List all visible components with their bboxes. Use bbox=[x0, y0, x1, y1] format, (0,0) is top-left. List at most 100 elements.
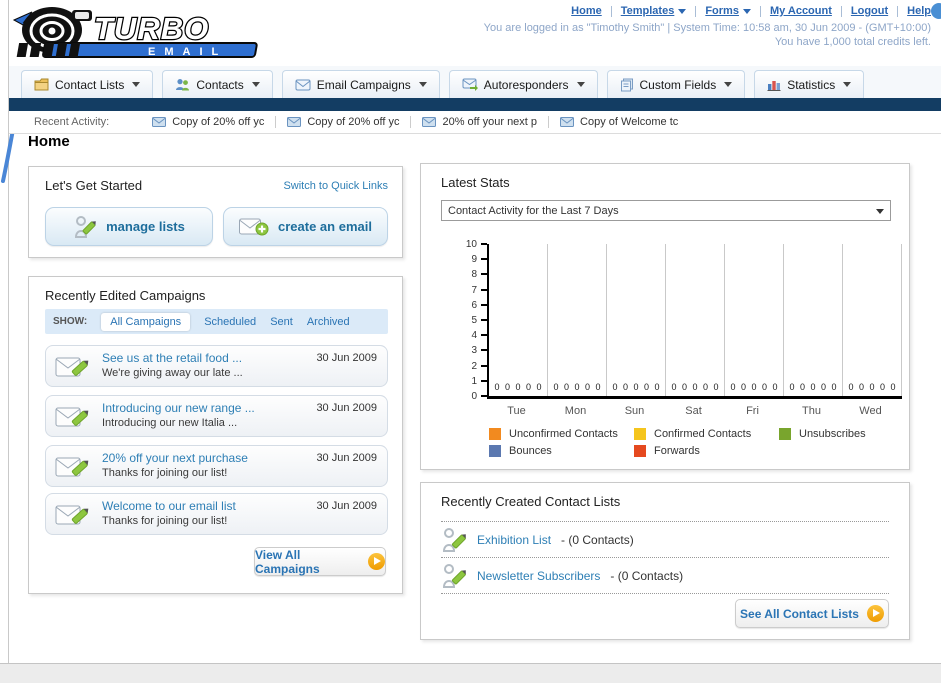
tab-label: Contacts bbox=[196, 77, 244, 92]
header-link-forms[interactable]: Forms bbox=[705, 5, 751, 17]
envelope-pencil-icon bbox=[55, 457, 89, 477]
create-email-button[interactable]: create an email bbox=[223, 207, 388, 246]
filter-all-campaigns[interactable]: All Campaigns bbox=[101, 312, 191, 331]
contact-list-name-link[interactable]: Exhibition List bbox=[477, 533, 551, 547]
recent-activity-text: Copy of 20% off yc bbox=[172, 116, 265, 128]
chevron-down-icon bbox=[418, 82, 427, 87]
filter-scheduled[interactable]: Scheduled bbox=[204, 316, 256, 328]
value-label: 0 bbox=[536, 382, 542, 392]
stats-activity-select[interactable]: Contact Activity for the Last 7 Days bbox=[441, 200, 891, 221]
campaign-title-link[interactable]: 20% off your next purchase bbox=[102, 451, 248, 465]
campaign-row[interactable]: 20% off your next purchase Thanks for jo… bbox=[45, 445, 388, 487]
separator bbox=[610, 5, 612, 17]
header-link-templates[interactable]: Templates bbox=[621, 5, 687, 17]
turbo-email-dashboard: TURBO EMAIL Home Templates Forms My Acco… bbox=[0, 0, 941, 683]
chart-legend: Unconfirmed Contacts Confirmed Contacts Un… bbox=[489, 428, 939, 462]
campaign-subtitle: Introducing our new Italia ... bbox=[102, 417, 238, 429]
switch-quick-links-link[interactable]: Switch to Quick Links bbox=[283, 180, 388, 192]
value-label: 0 bbox=[671, 382, 677, 392]
value-label: 0 bbox=[713, 382, 719, 392]
recent-activity-item[interactable]: Copy of 20% off yc bbox=[276, 116, 412, 128]
y-tick-label: 7 bbox=[471, 284, 477, 296]
header-link-help[interactable]: Help bbox=[907, 5, 931, 17]
main-nav: Contact Lists Contacts Email Campaigns A… bbox=[9, 66, 941, 98]
campaign-row[interactable]: See us at the retail food ... We're givi… bbox=[45, 345, 388, 387]
recent-activity-text: 20% off your next p bbox=[442, 116, 538, 128]
y-tick-label: 6 bbox=[471, 299, 477, 311]
legend-item: Unconfirmed Contacts bbox=[489, 428, 634, 440]
envelope-pencil-icon bbox=[55, 357, 89, 377]
legend-label: Unconfirmed Contacts bbox=[509, 428, 618, 440]
campaign-row[interactable]: Introducing our new range ... Introducin… bbox=[45, 395, 388, 437]
chart-group: 00000 bbox=[548, 244, 607, 396]
header-link-logout[interactable]: Logout bbox=[851, 5, 888, 17]
header-link-home[interactable]: Home bbox=[571, 5, 602, 17]
recent-activity-text: Copy of 20% off yc bbox=[307, 116, 400, 128]
y-tick-label: 1 bbox=[471, 375, 477, 387]
envelope-icon bbox=[287, 117, 302, 127]
value-label-row: 00000 bbox=[607, 382, 665, 392]
envelope-pencil-icon bbox=[55, 505, 89, 525]
value-label-row: 00000 bbox=[489, 382, 547, 392]
chevron-down-icon bbox=[876, 209, 884, 214]
header-link-label: Help bbox=[907, 5, 931, 17]
tab-autoresponders[interactable]: Autoresponders bbox=[448, 70, 598, 98]
value-label: 0 bbox=[869, 382, 875, 392]
tab-contacts[interactable]: Contacts bbox=[162, 70, 273, 98]
latest-stats-panel: Latest Stats Contact Activity for the La… bbox=[420, 163, 910, 470]
corner-dot-decoration bbox=[931, 3, 941, 19]
campaign-title-link[interactable]: Introducing our new range ... bbox=[102, 401, 255, 415]
turbo-logo-graphic: TURBO EMAIL bbox=[12, 7, 258, 58]
list-pencil-icon bbox=[75, 215, 96, 238]
logo: TURBO EMAIL bbox=[12, 4, 274, 62]
person-pencil-icon bbox=[442, 528, 466, 552]
header-link-my-account[interactable]: My Account bbox=[770, 5, 832, 17]
legend-swatch bbox=[779, 428, 791, 440]
legend-label: Confirmed Contacts bbox=[654, 428, 752, 440]
contact-list-row[interactable]: Exhibition List - (0 Contacts) bbox=[441, 522, 889, 558]
chevron-down-icon bbox=[742, 8, 751, 14]
value-label: 0 bbox=[553, 382, 559, 392]
tab-contact-lists[interactable]: Contact Lists bbox=[21, 70, 154, 98]
chart-group: 00000 bbox=[843, 244, 902, 396]
chart-group: 00000 bbox=[666, 244, 725, 396]
navy-divider-bar bbox=[9, 98, 941, 111]
y-tick-label: 5 bbox=[471, 315, 477, 326]
tab-email-campaigns[interactable]: Email Campaigns bbox=[281, 70, 440, 98]
contact-list-name-link[interactable]: Newsletter Subscribers bbox=[477, 569, 600, 583]
x-axis-label: Fri bbox=[746, 405, 759, 417]
chart-plot: 00000000000000000000000000000000000 bbox=[487, 244, 902, 399]
value-label: 0 bbox=[761, 382, 767, 392]
manage-lists-button[interactable]: manage lists bbox=[45, 207, 213, 246]
value-label-row: 00000 bbox=[843, 382, 901, 392]
view-all-campaigns-button[interactable]: View All Campaigns bbox=[254, 547, 386, 576]
campaign-title-link[interactable]: Welcome to our email list bbox=[102, 499, 236, 513]
header-link-label: Home bbox=[571, 5, 602, 17]
separator bbox=[759, 5, 761, 17]
show-label: SHOW: bbox=[53, 316, 88, 327]
contact-list-row[interactable]: Newsletter Subscribers - (0 Contacts) bbox=[441, 558, 889, 594]
recent-activity-item[interactable]: Copy of 20% off yc bbox=[141, 116, 277, 128]
latest-stats-title: Latest Stats bbox=[441, 175, 510, 190]
chevron-down-icon bbox=[678, 8, 687, 14]
header-link-label: My Account bbox=[769, 5, 832, 17]
filter-archived[interactable]: Archived bbox=[307, 316, 350, 328]
legend-item: Unsubscribes bbox=[779, 428, 924, 440]
y-tick-label: 3 bbox=[471, 345, 477, 357]
filter-sent[interactable]: Sent bbox=[270, 316, 293, 328]
value-label: 0 bbox=[595, 382, 601, 392]
tab-custom-fields[interactable]: Custom Fields bbox=[606, 70, 746, 98]
see-all-contact-lists-button[interactable]: See All Contact Lists bbox=[735, 599, 889, 628]
value-label: 0 bbox=[789, 382, 795, 392]
recent-activity-item[interactable]: 20% off your next p bbox=[411, 116, 550, 128]
separator bbox=[897, 5, 899, 17]
autoresponders-icon bbox=[462, 78, 478, 91]
campaign-subtitle: Thanks for joining our list! bbox=[102, 515, 228, 527]
tab-statistics[interactable]: Statistics bbox=[754, 70, 865, 98]
custom-fields-icon bbox=[620, 78, 633, 91]
see-all-contact-lists-label: See All Contact Lists bbox=[740, 606, 859, 621]
recent-activity-item[interactable]: Copy of Welcome tc bbox=[549, 116, 689, 128]
campaign-title-link[interactable]: See us at the retail food ... bbox=[102, 351, 242, 365]
campaign-row[interactable]: Welcome to our email list Thanks for joi… bbox=[45, 493, 388, 535]
campaigns-filter-bar: SHOW: All Campaigns Scheduled Sent Archi… bbox=[45, 309, 388, 334]
